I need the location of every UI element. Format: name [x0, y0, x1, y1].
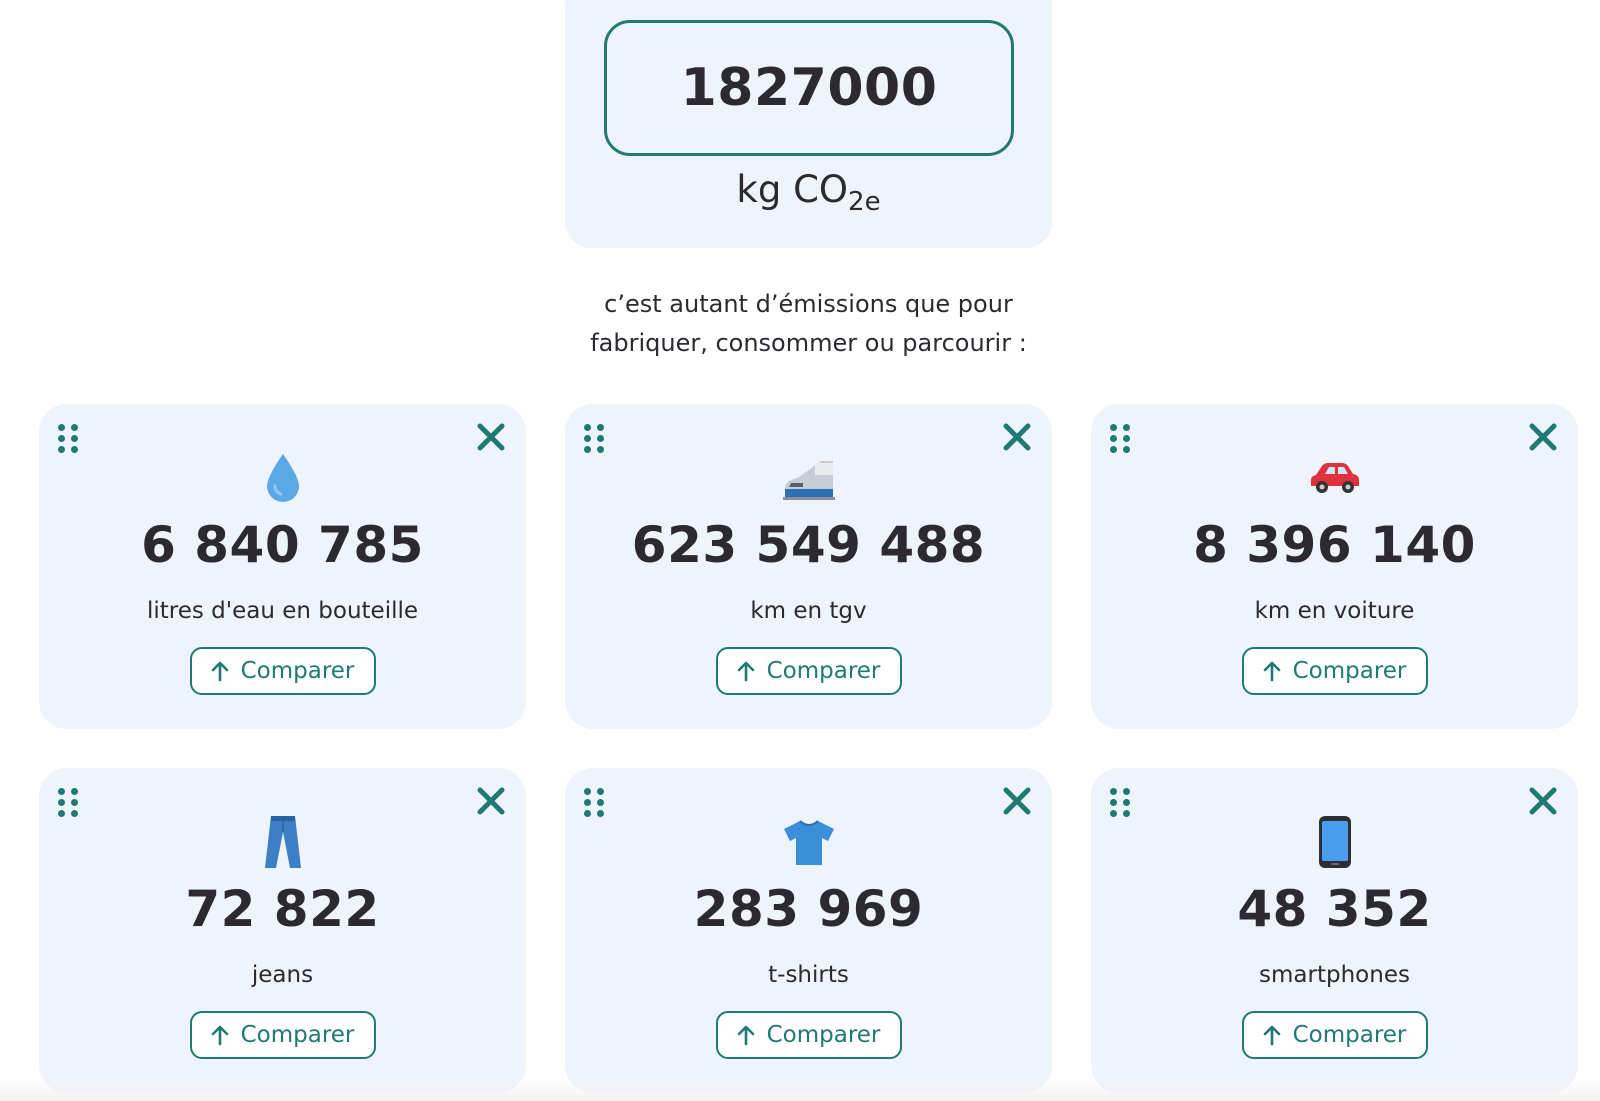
equivalent-value: 8 396 140 [1193, 516, 1476, 574]
compare-button-label: Comparer [240, 658, 355, 684]
compare-button-label: Comparer [1292, 1022, 1407, 1048]
equivalent-value: 6 840 785 [141, 516, 424, 574]
close-icon[interactable] [474, 784, 508, 818]
intro-line-1: c’est autant d’émissions que pour [604, 290, 1013, 318]
compare-button[interactable]: Comparer [189, 647, 376, 695]
bottom-edge-shadow [0, 1080, 1600, 1101]
compare-button[interactable]: Comparer [715, 1011, 902, 1059]
equivalent-label: smartphones [1259, 962, 1410, 988]
close-icon[interactable] [1000, 420, 1034, 454]
co2-input-card: 1827000 kg CO2e [565, 0, 1052, 248]
equivalent-value: 48 352 [1237, 880, 1432, 938]
equivalent-card-jeans: 72 822 jeans Comparer [39, 768, 526, 1093]
compare-button[interactable]: Comparer [189, 1011, 376, 1059]
arrow-up-icon [1263, 660, 1281, 682]
equivalent-value: 72 822 [185, 880, 380, 938]
page: 1827000 kg CO2e c’est autant d’émissions… [0, 0, 1600, 1101]
arrow-up-icon [737, 660, 755, 682]
equivalent-label: litres d'eau en bouteille [146, 598, 419, 624]
arrow-up-icon [1263, 1024, 1281, 1046]
equivalent-card-car: 8 396 140 km en voiture Comparer [1091, 404, 1578, 729]
compare-button-label: Comparer [766, 1022, 881, 1048]
compare-button-label: Comparer [240, 1022, 355, 1048]
compare-button[interactable]: Comparer [1241, 1011, 1428, 1059]
arrow-up-icon [737, 1024, 755, 1046]
tgv-train-icon [779, 448, 839, 508]
close-icon[interactable] [1526, 784, 1560, 818]
drag-handle-icon[interactable] [1110, 424, 1134, 454]
equivalent-value: 283 969 [693, 880, 924, 938]
water-drop-icon [253, 448, 313, 508]
equivalent-card-tshirt: 283 969 t-shirts Comparer [565, 768, 1052, 1093]
intro-line-2: fabriquer, consommer ou parcourir : [590, 329, 1027, 357]
jeans-icon [253, 812, 313, 872]
compare-button-label: Comparer [766, 658, 881, 684]
close-icon[interactable] [474, 420, 508, 454]
co2-unit-subscript: 2e [848, 187, 881, 217]
co2-unit-main: kg CO [736, 168, 849, 211]
car-icon [1305, 448, 1365, 508]
equivalent-card-smartphone: 48 352 smartphones Comparer [1091, 768, 1578, 1093]
equivalents-intro: c’est autant d’émissions que pour fabriq… [400, 285, 1217, 363]
co2-value-input[interactable]: 1827000 [604, 20, 1014, 156]
drag-handle-icon[interactable] [584, 424, 608, 454]
equivalent-card-water: 6 840 785 litres d'eau en bouteille Comp… [39, 404, 526, 729]
equivalent-card-tgv: 623 549 488 km en tgv Comparer [565, 404, 1052, 729]
tshirt-icon [779, 812, 839, 872]
drag-handle-icon[interactable] [1110, 788, 1134, 818]
compare-button[interactable]: Comparer [1241, 647, 1428, 695]
compare-button-label: Comparer [1292, 658, 1407, 684]
equivalent-value: 623 549 488 [631, 516, 986, 574]
equivalent-label: km en tgv [750, 598, 867, 624]
equivalent-label: t-shirts [768, 962, 849, 988]
co2-unit-label: kg CO2e [565, 168, 1052, 217]
arrow-up-icon [211, 1024, 229, 1046]
close-icon[interactable] [1000, 784, 1034, 818]
drag-handle-icon[interactable] [584, 788, 608, 818]
close-icon[interactable] [1526, 420, 1560, 454]
equivalent-label: jeans [251, 962, 314, 988]
equivalent-label: km en voiture [1254, 598, 1415, 624]
compare-button[interactable]: Comparer [715, 647, 902, 695]
smartphone-icon [1305, 812, 1365, 872]
arrow-up-icon [211, 660, 229, 682]
drag-handle-icon[interactable] [58, 424, 82, 454]
drag-handle-icon[interactable] [58, 788, 82, 818]
